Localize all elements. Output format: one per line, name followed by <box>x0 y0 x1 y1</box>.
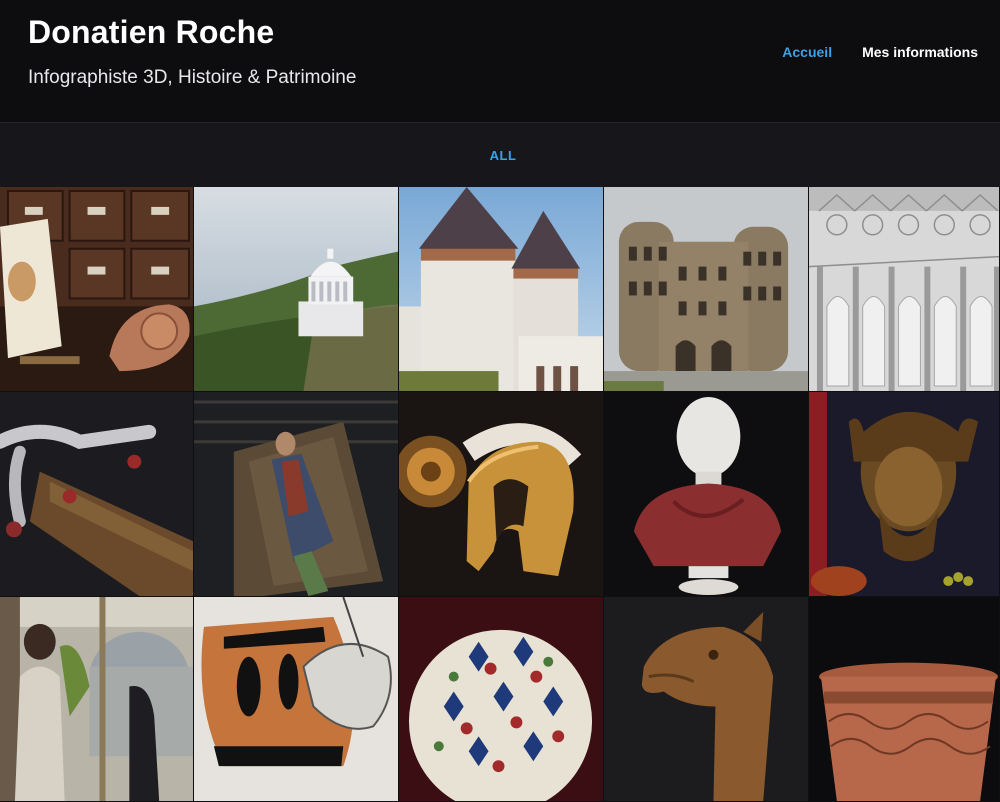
project-gallery <box>0 187 1000 802</box>
filter-bar: ALL <box>0 122 1000 187</box>
gallery-tile-porta-nigra[interactable] <box>604 187 809 392</box>
main-nav: Accueil Mes informations <box>782 44 978 60</box>
gallery-tile-mosaic-sphere[interactable] <box>399 597 604 802</box>
gallery-tile-bronze-helmet[interactable] <box>399 392 604 597</box>
gallery-tile-terra-sigillata-bowl[interactable] <box>809 597 1000 802</box>
gallery-tile-hilltop-monument[interactable] <box>194 187 399 392</box>
site-header: Donatien Roche Infographiste 3D, Histoir… <box>0 0 1000 122</box>
filter-all[interactable]: ALL <box>490 148 517 163</box>
gallery-tile-sword-scabbard[interactable] <box>0 392 194 597</box>
gallery-tile-burial-figure[interactable] <box>194 392 399 597</box>
site-subtitle: Infographiste 3D, Histoire & Patrimoine <box>28 67 357 88</box>
gallery-tile-greek-vase[interactable] <box>194 597 399 802</box>
gallery-tile-gothic-facade[interactable] <box>809 187 1000 392</box>
gallery-tile-oil-lamp[interactable] <box>0 187 194 392</box>
gallery-tile-scholar-scene[interactable] <box>0 597 194 802</box>
gallery-tile-medieval-castle[interactable] <box>399 187 604 392</box>
gallery-tile-marble-bust[interactable] <box>604 392 809 597</box>
nav-item-accueil[interactable]: Accueil <box>782 44 832 60</box>
nav-item-mes-informations[interactable]: Mes informations <box>862 44 978 60</box>
site-title[interactable]: Donatien Roche <box>28 14 274 51</box>
gallery-tile-dragon-head[interactable] <box>604 597 809 802</box>
gallery-tile-bronze-head[interactable] <box>809 392 1000 597</box>
